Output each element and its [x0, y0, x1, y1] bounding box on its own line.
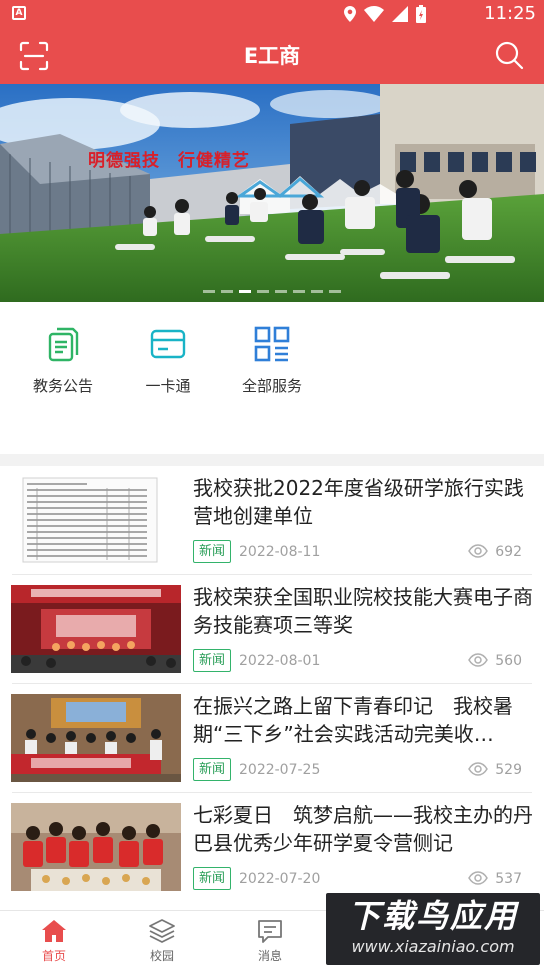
section-divider	[0, 454, 544, 466]
news-item[interactable]: 七彩夏日 筑梦启航——我校主办的丹巴县优秀少年研学夏令营侧记 新闻 2022-0…	[0, 793, 544, 902]
carousel-dot	[257, 290, 269, 293]
nav-label: 首页	[41, 949, 66, 963]
battery-icon	[416, 5, 426, 23]
signal-icon	[392, 6, 408, 22]
news-item[interactable]: 我校获批2022年度省级研学旅行实践营地创建单位 新闻 2022-08-11 6…	[0, 466, 544, 575]
app-header: E工商	[0, 28, 544, 84]
banner-slogan: 明德强技 行健精艺	[88, 151, 250, 171]
news-tag: 新闻	[193, 540, 232, 563]
news-date: 2022-08-11	[239, 544, 321, 560]
card-icon	[150, 329, 186, 359]
eye-icon	[468, 871, 488, 885]
service-label: 教务公告	[32, 377, 93, 395]
service-label: 全部服务	[241, 377, 302, 395]
grid-menu-icon	[254, 326, 290, 362]
carousel-indicator	[0, 290, 544, 293]
home-icon	[42, 920, 66, 942]
news-tag: 新闻	[193, 649, 232, 672]
nav-messages[interactable]: 消息	[216, 917, 324, 964]
service-label: 一卡通	[145, 377, 191, 395]
page-title: E工商	[243, 44, 301, 68]
news-thumbnail-kids	[11, 803, 181, 891]
news-title: 七彩夏日 筑梦启航——我校主办的丹巴县优秀少年研学夏令营侧记	[193, 803, 533, 855]
news-item[interactable]: 在振兴之路上留下青春印记 我校暑期“三下乡”社会实践活动完美收… 新闻 2022…	[0, 684, 544, 793]
carousel-dot	[311, 290, 323, 293]
status-bar: A 11:25	[0, 0, 544, 28]
nav-home[interactable]: 首页	[0, 917, 108, 964]
news-date: 2022-07-25	[239, 762, 321, 778]
news-tag: 新闻	[193, 867, 232, 890]
news-date: 2022-08-01	[239, 653, 321, 669]
wifi-icon	[364, 6, 384, 22]
message-icon	[258, 920, 282, 943]
system-icons	[344, 4, 426, 24]
banner-carousel[interactable]: 明德强技 行健精艺	[0, 84, 544, 302]
eye-icon	[468, 762, 488, 776]
clock: 11:25	[484, 3, 536, 24]
carousel-dot-active	[239, 290, 251, 293]
news-views: 692	[495, 544, 522, 560]
nav-campus[interactable]: 校园	[108, 917, 216, 964]
news-title: 我校荣获全国职业院校技能大赛电子商务技能赛项三等奖	[193, 585, 533, 637]
news-thumbnail-document	[11, 476, 181, 564]
carousel-dot	[221, 290, 233, 293]
news-date: 2022-07-20	[239, 871, 321, 887]
watermark-logo: 下载鸟应用 www.xiazainiao.com	[326, 893, 540, 965]
carousel-dot	[203, 290, 215, 293]
news-views: 537	[495, 871, 522, 887]
news-title: 在振兴之路上留下青春印记 我校暑期“三下乡”社会实践活动完美收…	[193, 694, 513, 746]
watermark-url: www.xiazainiao.com	[351, 937, 515, 956]
document-copy-icon	[48, 327, 79, 362]
service-academic-notice[interactable]: 教务公告	[8, 324, 118, 396]
news-thumbnail-group	[11, 694, 181, 782]
nav-label: 校园	[149, 949, 174, 963]
news-views: 529	[495, 762, 522, 778]
service-campus-card[interactable]: 一卡通	[113, 324, 223, 396]
campus-photo	[0, 84, 544, 302]
carousel-dot	[293, 290, 305, 293]
news-title: 我校获批2022年度省级研学旅行实践营地创建单位	[193, 476, 524, 528]
location-icon	[344, 6, 356, 22]
carousel-dot	[329, 290, 341, 293]
news-thumbnail-stage	[11, 585, 181, 673]
carousel-dot	[275, 290, 287, 293]
service-all[interactable]: 全部服务	[217, 324, 327, 396]
watermark-title: 下载鸟应用	[347, 897, 518, 935]
app-notification-icon: A	[12, 6, 26, 20]
eye-icon	[468, 653, 488, 667]
news-views: 560	[495, 653, 522, 669]
layers-icon	[149, 919, 175, 943]
search-icon[interactable]	[494, 40, 524, 70]
news-item[interactable]: 我校荣获全国职业院校技能大赛电子商务技能赛项三等奖 新闻 2022-08-01 …	[0, 575, 544, 684]
news-list: 我校获批2022年度省级研学旅行实践营地创建单位 新闻 2022-08-11 6…	[0, 466, 544, 902]
quick-services: 教务公告 一卡通 全部服务	[0, 302, 544, 454]
eye-icon	[468, 544, 488, 558]
news-tag: 新闻	[193, 758, 232, 781]
nav-label: 消息	[257, 949, 282, 963]
